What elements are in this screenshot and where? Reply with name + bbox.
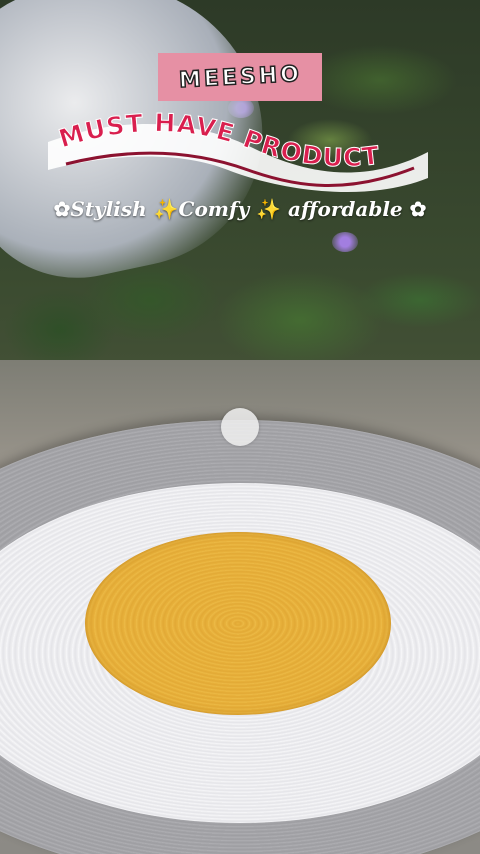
sparkle-icon: ✨ — [256, 197, 282, 221]
tagline: ✿Stylish ✨Comfy ✨ affordable ✿ — [0, 197, 480, 221]
banner-graphic: MUST HAVE PRODUCT — [48, 112, 428, 193]
tagline-comfy: Comfy — [178, 197, 257, 221]
tagline-stylish: Stylish — [70, 197, 154, 221]
flower-icon: ✿ — [409, 197, 427, 221]
sparkle-icon: ✨ — [153, 197, 179, 221]
purple-flower — [332, 232, 358, 252]
brand-badge: MEESHO — [158, 53, 322, 101]
touch-indicator[interactable] — [221, 408, 259, 446]
video-frame: MEESHO MUST HAVE PRODUCT ✿Stylish ✨Comfy… — [0, 0, 480, 854]
promo-banner: MUST HAVE PRODUCT — [48, 112, 428, 194]
tagline-affordable: affordable — [281, 197, 410, 221]
brand-logo-text: MEESHO — [177, 61, 303, 94]
flower-icon: ✿ — [53, 197, 71, 221]
mat-yellow-center — [85, 532, 391, 715]
